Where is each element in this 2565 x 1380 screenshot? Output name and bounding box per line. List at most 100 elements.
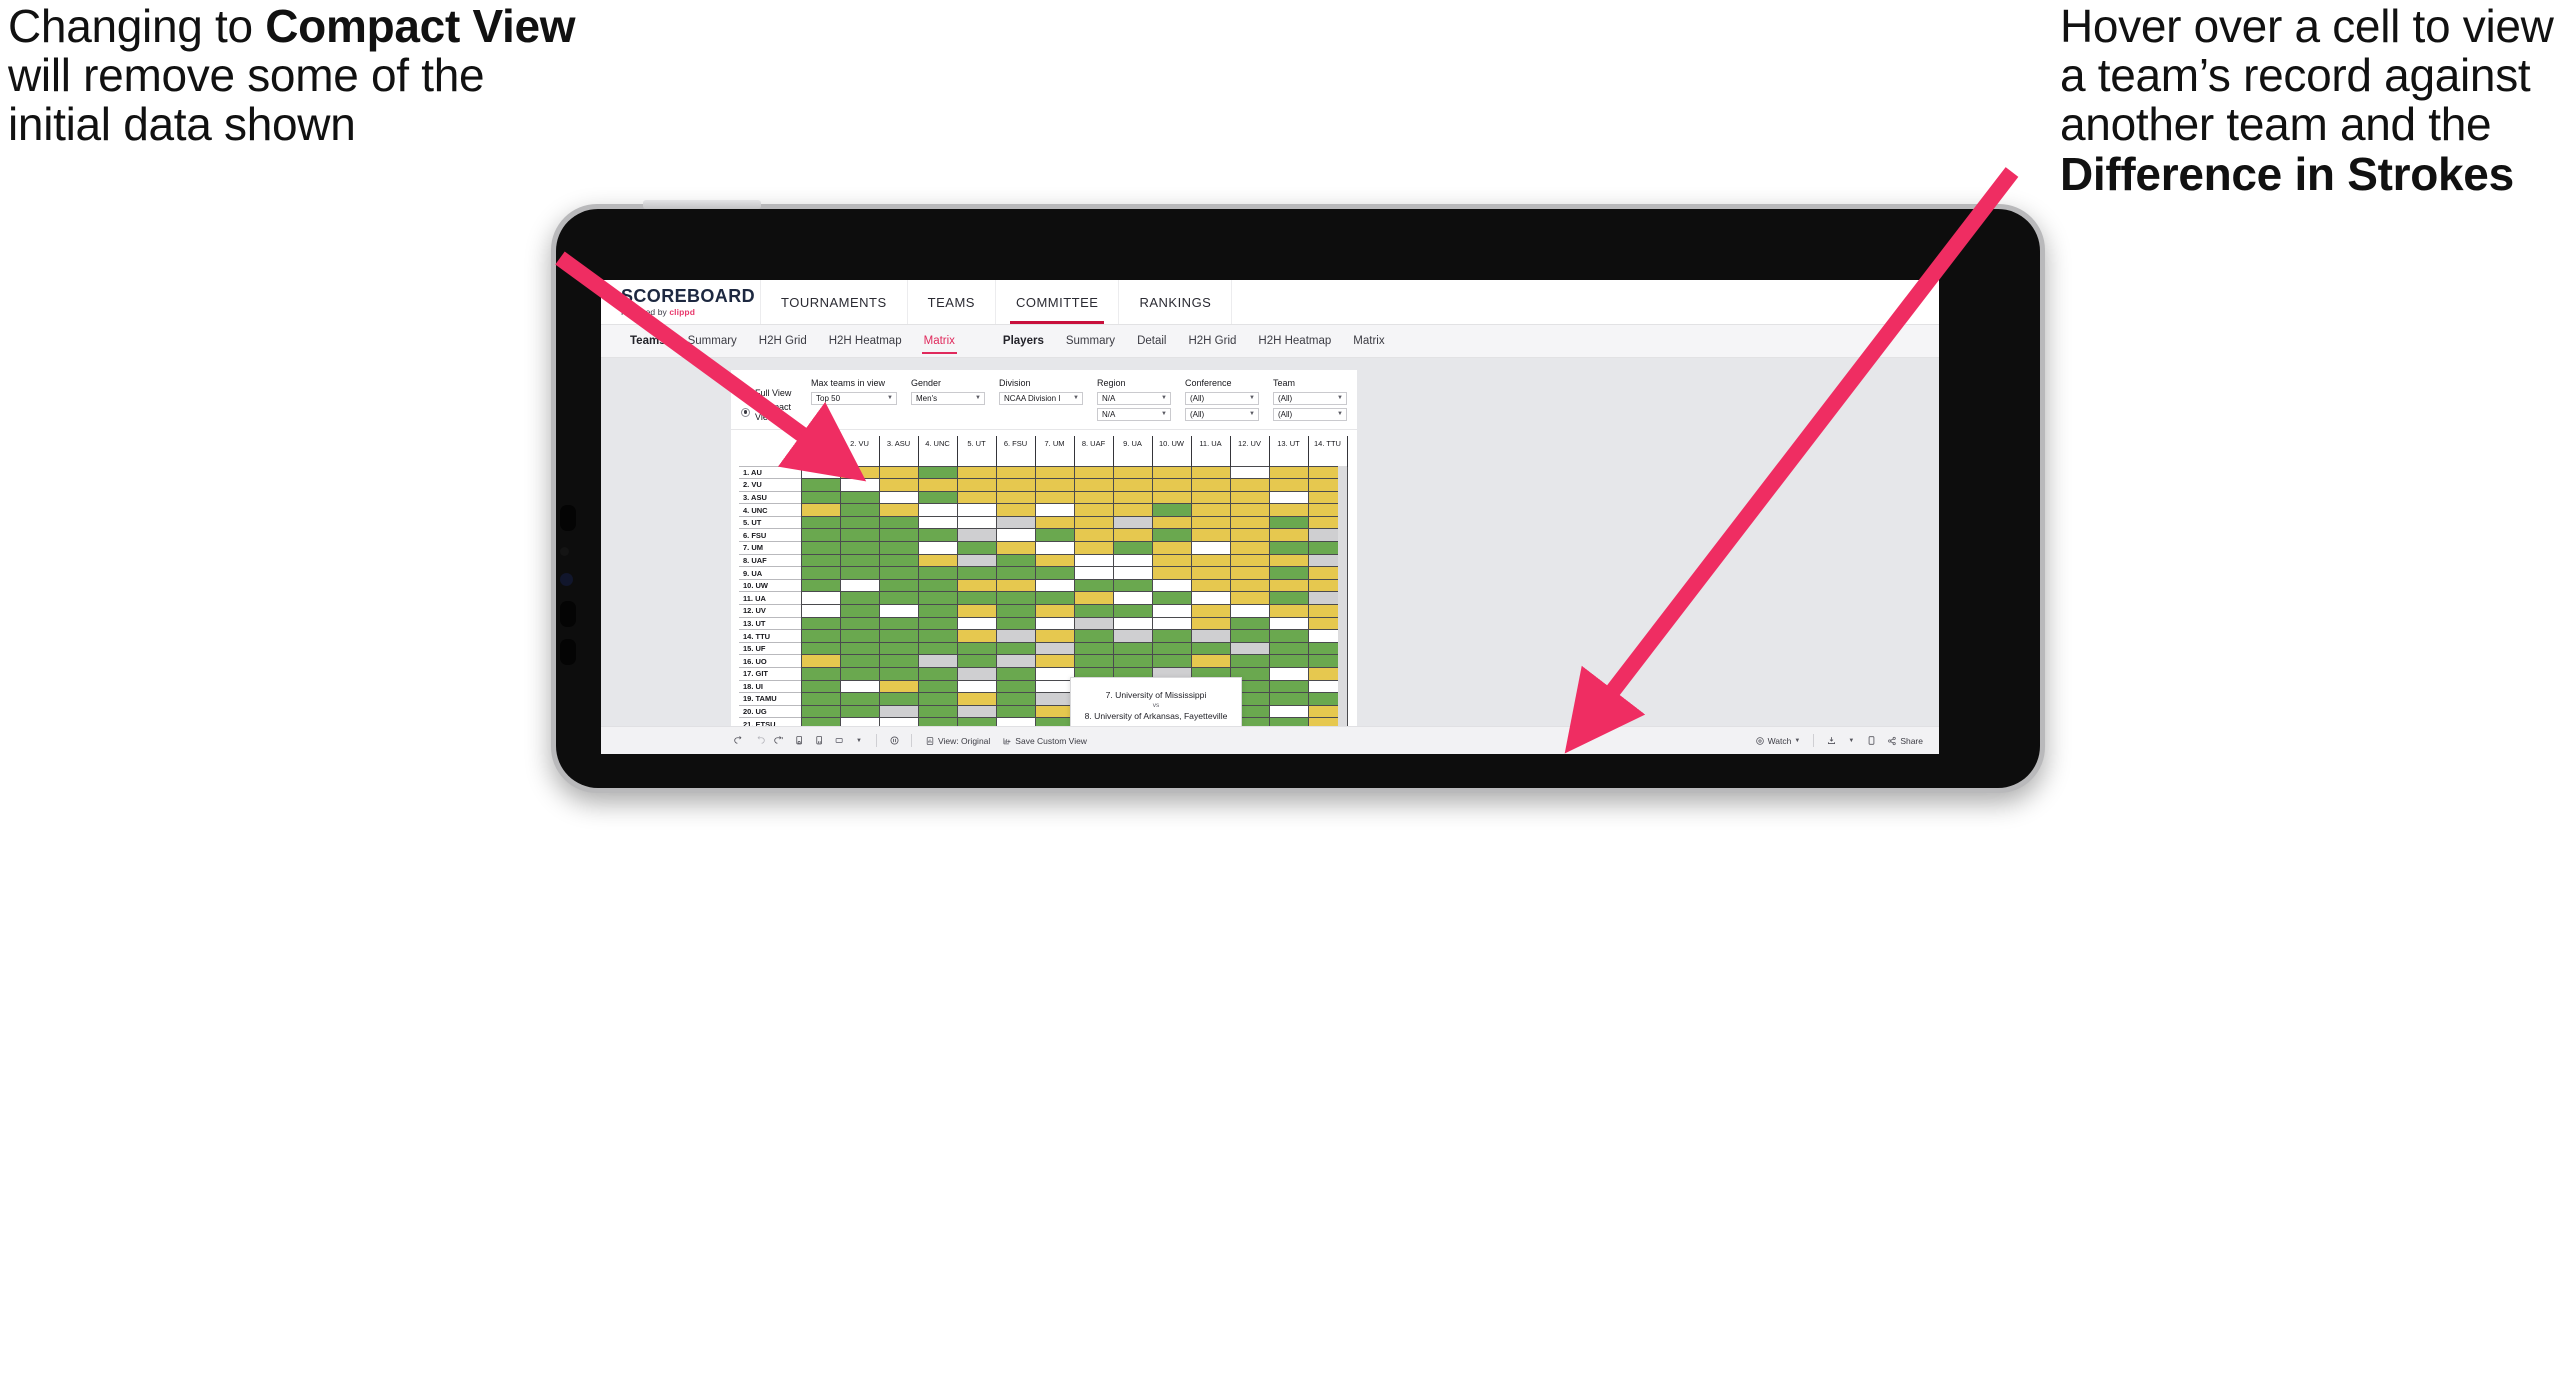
matrix-cell[interactable] bbox=[1112, 541, 1153, 555]
matrix-cell[interactable] bbox=[1268, 578, 1309, 593]
matrix-cell[interactable] bbox=[1151, 465, 1192, 480]
matrix-cell[interactable] bbox=[956, 604, 997, 618]
matrix-cell[interactable] bbox=[1190, 629, 1231, 643]
matrix-cell[interactable] bbox=[878, 717, 919, 726]
matrix-cell[interactable] bbox=[800, 717, 841, 726]
h2h-matrix-table[interactable]: 1. AU 2. VU 3. ASU 4. UNC 5. UT 6. FSU 7. UM 8.… bbox=[739, 436, 1348, 726]
matrix-cell[interactable] bbox=[839, 503, 880, 517]
matrix-cell[interactable] bbox=[1151, 515, 1192, 530]
matrix-cell[interactable] bbox=[878, 654, 919, 668]
matrix-row-header[interactable]: 16. UO bbox=[739, 654, 801, 668]
matrix-cell[interactable] bbox=[995, 667, 1036, 681]
matrix-row-header[interactable]: 1. AU bbox=[739, 465, 801, 479]
matrix-cell[interactable] bbox=[1268, 528, 1309, 543]
matrix-cell[interactable] bbox=[1190, 515, 1231, 530]
matrix-cell[interactable] bbox=[800, 667, 841, 681]
filter-conference-select-2[interactable]: (All) ▼ bbox=[1185, 407, 1259, 421]
matrix-cell[interactable] bbox=[1151, 591, 1192, 606]
matrix-cell[interactable] bbox=[995, 654, 1036, 668]
matrix-cell[interactable] bbox=[1073, 578, 1114, 593]
matrix-cell[interactable] bbox=[1112, 654, 1153, 668]
matrix-cell[interactable] bbox=[1034, 566, 1075, 580]
matrix-cell[interactable] bbox=[878, 566, 919, 580]
matrix-row[interactable]: 20. UG bbox=[739, 704, 1348, 719]
matrix-column-header[interactable]: 14. TTU bbox=[1307, 436, 1348, 466]
filter-gender-select[interactable]: Men's ▼ bbox=[911, 391, 985, 405]
matrix-row-header[interactable]: 5. UT bbox=[739, 515, 801, 529]
matrix-cell[interactable] bbox=[1268, 503, 1309, 517]
matrix-row-header[interactable]: 6. FSU bbox=[739, 528, 801, 542]
matrix-column-header[interactable]: 13. UT bbox=[1268, 436, 1309, 466]
matrix-cell[interactable] bbox=[1229, 503, 1270, 517]
matrix-cell[interactable] bbox=[1229, 553, 1270, 568]
matrix-cell[interactable] bbox=[878, 667, 919, 681]
subnav-item-teams-h2h-heatmap[interactable]: H2H Heatmap bbox=[818, 325, 913, 358]
subnav-item-players-detail[interactable]: Detail bbox=[1126, 325, 1177, 358]
matrix-cell[interactable] bbox=[800, 566, 841, 580]
matrix-cell[interactable] bbox=[1190, 604, 1231, 618]
matrix-cell[interactable] bbox=[878, 541, 919, 555]
matrix-row[interactable]: 3. ASU bbox=[739, 490, 1348, 505]
matrix-cell[interactable] bbox=[1034, 667, 1075, 681]
matrix-cell[interactable] bbox=[839, 528, 880, 543]
matrix-cell[interactable] bbox=[1112, 528, 1153, 543]
matrix-cell[interactable] bbox=[839, 478, 880, 492]
matrix-cell[interactable] bbox=[1151, 616, 1192, 631]
matrix-cell[interactable] bbox=[839, 490, 880, 505]
matrix-cell[interactable] bbox=[1073, 553, 1114, 568]
subnav-item-players-h2h-heatmap[interactable]: H2H Heatmap bbox=[1247, 325, 1342, 358]
matrix-cell[interactable] bbox=[1034, 515, 1075, 530]
matrix-cell[interactable] bbox=[1190, 503, 1231, 517]
matrix-cell[interactable] bbox=[1151, 566, 1192, 580]
matrix-cell[interactable] bbox=[995, 629, 1036, 643]
matrix-cell[interactable] bbox=[995, 541, 1036, 555]
matrix-cell[interactable] bbox=[917, 503, 958, 517]
matrix-cell[interactable] bbox=[917, 490, 958, 505]
matrix-cell[interactable] bbox=[995, 503, 1036, 517]
matrix-cell[interactable] bbox=[1034, 629, 1075, 643]
matrix-cell[interactable] bbox=[878, 515, 919, 530]
matrix-cell[interactable] bbox=[956, 490, 997, 505]
matrix-row[interactable]: 18. UI bbox=[739, 679, 1348, 694]
matrix-cell[interactable] bbox=[800, 503, 841, 517]
redo-icon[interactable] bbox=[749, 731, 769, 751]
matrix-cell[interactable] bbox=[917, 553, 958, 568]
matrix-cell[interactable] bbox=[878, 490, 919, 505]
matrix-cell[interactable] bbox=[995, 490, 1036, 505]
matrix-cell[interactable] bbox=[878, 641, 919, 656]
matrix-cell[interactable] bbox=[917, 679, 958, 694]
matrix-cell[interactable] bbox=[878, 679, 919, 694]
matrix-cell[interactable] bbox=[1268, 515, 1309, 530]
matrix-cell[interactable] bbox=[1073, 591, 1114, 606]
matrix-cell[interactable] bbox=[1229, 629, 1270, 643]
matrix-cell[interactable] bbox=[839, 704, 880, 719]
matrix-cell[interactable] bbox=[917, 667, 958, 681]
filter-team-select-2[interactable]: (All) ▼ bbox=[1273, 407, 1347, 421]
matrix-cell[interactable] bbox=[1073, 629, 1114, 643]
matrix-cell[interactable] bbox=[1268, 692, 1309, 706]
device-preview-icon[interactable] bbox=[1861, 731, 1881, 751]
matrix-cell[interactable] bbox=[1034, 528, 1075, 543]
matrix-cell[interactable] bbox=[1151, 553, 1192, 568]
matrix-cell[interactable] bbox=[1151, 490, 1192, 505]
matrix-cell[interactable] bbox=[839, 465, 880, 480]
matrix-column-header[interactable]: 5. UT bbox=[956, 436, 997, 466]
matrix-cell[interactable] bbox=[1034, 490, 1075, 505]
matrix-vertical-scrollbar[interactable] bbox=[1338, 466, 1347, 726]
matrix-cell[interactable] bbox=[1151, 604, 1192, 618]
matrix-cell[interactable] bbox=[800, 641, 841, 656]
matrix-cell[interactable] bbox=[1034, 478, 1075, 492]
matrix-cell[interactable] bbox=[800, 704, 841, 719]
matrix-cell[interactable] bbox=[995, 528, 1036, 543]
matrix-cell[interactable] bbox=[917, 515, 958, 530]
matrix-cell[interactable] bbox=[839, 629, 880, 643]
matrix-cell[interactable] bbox=[1151, 503, 1192, 517]
matrix-cell[interactable] bbox=[995, 591, 1036, 606]
matrix-cell[interactable] bbox=[1151, 528, 1192, 543]
matrix-cell[interactable] bbox=[800, 553, 841, 568]
matrix-cell[interactable] bbox=[1268, 465, 1309, 480]
matrix-cell[interactable] bbox=[995, 616, 1036, 631]
matrix-row-header[interactable]: 9. UA bbox=[739, 566, 801, 580]
matrix-column-header[interactable]: 11. UA bbox=[1190, 436, 1231, 466]
matrix-cell[interactable] bbox=[1073, 490, 1114, 505]
